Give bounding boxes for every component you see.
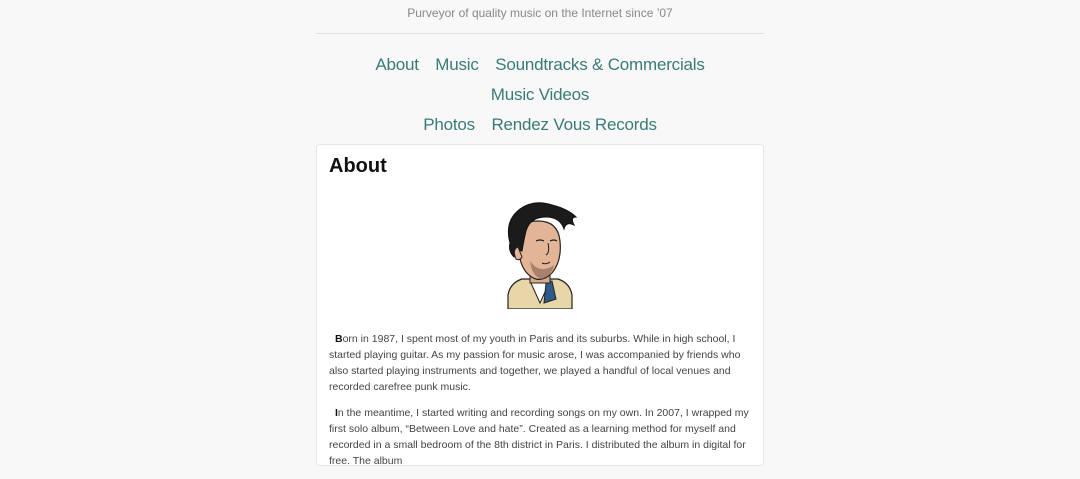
header-divider bbox=[316, 33, 764, 34]
site-tagline: Purveyor of quality music on the Interne… bbox=[407, 6, 673, 20]
nav-link-rendez-vous-records[interactable]: Rendez Vous Records bbox=[491, 115, 657, 134]
nav-link-about[interactable]: About bbox=[375, 55, 419, 74]
about-bio: Born in 1987, I spent most of my youth i… bbox=[329, 331, 751, 479]
bio-paragraph-2-text: n the meantime, I started writing and re… bbox=[329, 407, 749, 467]
bio-paragraph-1: Born in 1987, I spent most of my youth i… bbox=[329, 331, 751, 395]
about-card: About Born in 1987, I spent most of my y… bbox=[316, 144, 764, 467]
artist-portrait-illustration bbox=[507, 202, 578, 309]
bio-paragraph-1-text: orn in 1987, I spent most of my youth in… bbox=[329, 333, 741, 393]
nav-link-photos[interactable]: Photos bbox=[423, 115, 475, 134]
nav-link-music[interactable]: Music bbox=[435, 55, 479, 74]
main-nav: About Music Soundtracks & Commercials Mu… bbox=[316, 50, 764, 140]
bio-paragraph-1-initial: B bbox=[335, 333, 343, 345]
page-title: About bbox=[329, 155, 387, 177]
bio-paragraph-2: In the meantime, I started writing and r… bbox=[329, 405, 751, 469]
nav-link-music-videos[interactable]: Music Videos bbox=[491, 85, 590, 104]
nav-link-soundtracks-commercials[interactable]: Soundtracks & Commercials bbox=[495, 55, 705, 74]
